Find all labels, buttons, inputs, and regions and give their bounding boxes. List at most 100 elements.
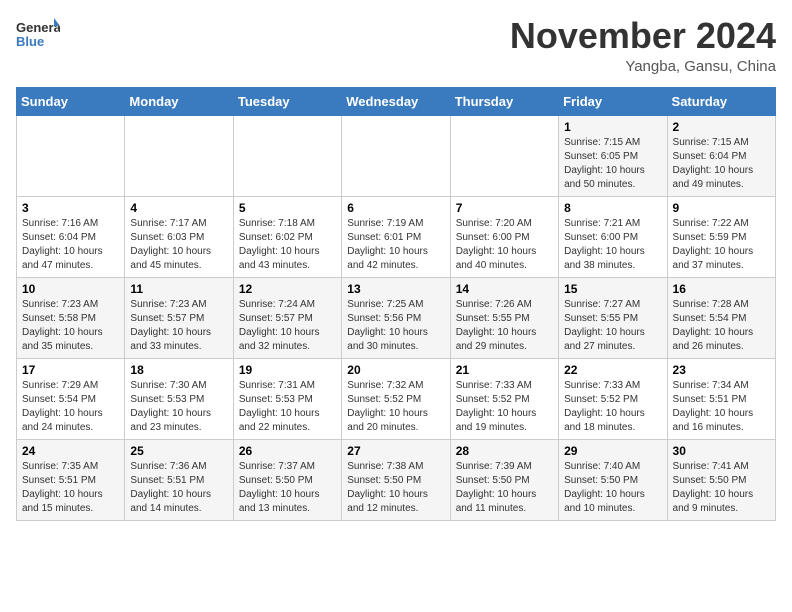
calendar-cell: 7 Sunrise: 7:20 AM Sunset: 6:00 PM Daylig… bbox=[450, 196, 558, 277]
calendar-cell: 16Sunrise: 7:28 AM Sunset: 5:54 PM Dayli… bbox=[667, 277, 775, 358]
day-number: 11 bbox=[130, 282, 227, 296]
day-number: 18 bbox=[130, 363, 227, 377]
calendar-cell: 29 Sunrise: 7:40 AM Sunset: 5:50 PM Dayli… bbox=[559, 439, 667, 520]
day-number: 5 bbox=[239, 201, 336, 215]
day-info: Sunrise: 7:15 AM Sunset: 6:04 PM Dayligh… bbox=[673, 136, 770, 192]
day-info: Sunrise: 7:36 AM Sunset: 5:51 PM Dayligh… bbox=[130, 460, 227, 516]
calendar-cell: 10 Sunrise: 7:23 AM Sunset: 5:58 PM Dayli… bbox=[17, 277, 125, 358]
day-info: Sunrise: 7:33 AM Sunset: 5:52 PM Dayligh… bbox=[564, 379, 661, 435]
calendar-day-header: Friday bbox=[559, 87, 667, 115]
day-info: Sunrise: 7:26 AM Sunset: 5:55 PM Dayligh… bbox=[456, 298, 553, 354]
calendar-cell: 15 Sunrise: 7:27 AM Sunset: 5:55 PM Dayli… bbox=[559, 277, 667, 358]
day-number: 14 bbox=[456, 282, 553, 296]
day-info: Sunrise: 7:21 AM Sunset: 6:00 PM Dayligh… bbox=[564, 217, 661, 273]
location: Yangba, Gansu, China bbox=[510, 58, 776, 75]
day-number: 27 bbox=[347, 444, 444, 458]
calendar-cell bbox=[450, 115, 558, 196]
day-number: 25 bbox=[130, 444, 227, 458]
calendar-cell: 13 Sunrise: 7:25 AM Sunset: 5:56 PM Dayli… bbox=[342, 277, 450, 358]
day-number: 20 bbox=[347, 363, 444, 377]
title-block: November 2024 Yangba, Gansu, China bbox=[510, 16, 776, 75]
day-info: Sunrise: 7:37 AM Sunset: 5:50 PM Dayligh… bbox=[239, 460, 336, 516]
day-info: Sunrise: 7:41 AM Sunset: 5:50 PM Dayligh… bbox=[673, 460, 770, 516]
day-info: Sunrise: 7:39 AM Sunset: 5:50 PM Dayligh… bbox=[456, 460, 553, 516]
svg-text:Blue: Blue bbox=[16, 34, 44, 49]
day-number: 21 bbox=[456, 363, 553, 377]
day-info: Sunrise: 7:22 AM Sunset: 5:59 PM Dayligh… bbox=[673, 217, 770, 273]
calendar-cell: 27Sunrise: 7:38 AM Sunset: 5:50 PM Dayli… bbox=[342, 439, 450, 520]
calendar-day-header: Thursday bbox=[450, 87, 558, 115]
calendar-cell bbox=[342, 115, 450, 196]
day-number: 13 bbox=[347, 282, 444, 296]
day-info: Sunrise: 7:18 AM Sunset: 6:02 PM Dayligh… bbox=[239, 217, 336, 273]
day-number: 16 bbox=[673, 282, 770, 296]
day-number: 23 bbox=[673, 363, 770, 377]
day-info: Sunrise: 7:24 AM Sunset: 5:57 PM Dayligh… bbox=[239, 298, 336, 354]
calendar-cell: 26 Sunrise: 7:37 AM Sunset: 5:50 PM Dayli… bbox=[233, 439, 341, 520]
day-info: Sunrise: 7:15 AM Sunset: 6:05 PM Dayligh… bbox=[564, 136, 661, 192]
calendar-cell: 8 Sunrise: 7:21 AM Sunset: 6:00 PM Daylig… bbox=[559, 196, 667, 277]
day-number: 24 bbox=[22, 444, 119, 458]
day-number: 26 bbox=[239, 444, 336, 458]
day-number: 10 bbox=[22, 282, 119, 296]
day-info: Sunrise: 7:19 AM Sunset: 6:01 PM Dayligh… bbox=[347, 217, 444, 273]
day-number: 8 bbox=[564, 201, 661, 215]
logo: General Blue bbox=[16, 16, 60, 60]
calendar-day-header: Sunday bbox=[17, 87, 125, 115]
day-number: 1 bbox=[564, 120, 661, 134]
day-info: Sunrise: 7:31 AM Sunset: 5:53 PM Dayligh… bbox=[239, 379, 336, 435]
day-info: Sunrise: 7:30 AM Sunset: 5:53 PM Dayligh… bbox=[130, 379, 227, 435]
calendar-day-header: Saturday bbox=[667, 87, 775, 115]
day-number: 29 bbox=[564, 444, 661, 458]
calendar-cell: 6Sunrise: 7:19 AM Sunset: 6:01 PM Daylig… bbox=[342, 196, 450, 277]
svg-text:General: General bbox=[16, 20, 60, 35]
day-info: Sunrise: 7:20 AM Sunset: 6:00 PM Dayligh… bbox=[456, 217, 553, 273]
day-number: 4 bbox=[130, 201, 227, 215]
day-info: Sunrise: 7:29 AM Sunset: 5:54 PM Dayligh… bbox=[22, 379, 119, 435]
day-info: Sunrise: 7:40 AM Sunset: 5:50 PM Dayligh… bbox=[564, 460, 661, 516]
calendar-week-row: 10 Sunrise: 7:23 AM Sunset: 5:58 PM Dayli… bbox=[17, 277, 776, 358]
day-info: Sunrise: 7:23 AM Sunset: 5:58 PM Dayligh… bbox=[22, 298, 119, 354]
day-info: Sunrise: 7:25 AM Sunset: 5:56 PM Dayligh… bbox=[347, 298, 444, 354]
day-info: Sunrise: 7:33 AM Sunset: 5:52 PM Dayligh… bbox=[456, 379, 553, 435]
day-info: Sunrise: 7:32 AM Sunset: 5:52 PM Dayligh… bbox=[347, 379, 444, 435]
day-info: Sunrise: 7:23 AM Sunset: 5:57 PM Dayligh… bbox=[130, 298, 227, 354]
calendar-cell: 22 Sunrise: 7:33 AM Sunset: 5:52 PM Dayli… bbox=[559, 358, 667, 439]
day-info: Sunrise: 7:34 AM Sunset: 5:51 PM Dayligh… bbox=[673, 379, 770, 435]
calendar-cell: 28 Sunrise: 7:39 AM Sunset: 5:50 PM Dayli… bbox=[450, 439, 558, 520]
calendar-cell: 3 Sunrise: 7:16 AM Sunset: 6:04 PM Daylig… bbox=[17, 196, 125, 277]
calendar-cell: 1 Sunrise: 7:15 AM Sunset: 6:05 PM Daylig… bbox=[559, 115, 667, 196]
day-number: 15 bbox=[564, 282, 661, 296]
page-header: General Blue November 2024 Yangba, Gansu… bbox=[16, 16, 776, 75]
calendar-cell: 2 Sunrise: 7:15 AM Sunset: 6:04 PM Daylig… bbox=[667, 115, 775, 196]
calendar-cell bbox=[233, 115, 341, 196]
calendar-cell: 21 Sunrise: 7:33 AM Sunset: 5:52 PM Dayli… bbox=[450, 358, 558, 439]
day-number: 30 bbox=[673, 444, 770, 458]
day-info: Sunrise: 7:16 AM Sunset: 6:04 PM Dayligh… bbox=[22, 217, 119, 273]
calendar-cell: 9Sunrise: 7:22 AM Sunset: 5:59 PM Daylig… bbox=[667, 196, 775, 277]
calendar-cell: 19Sunrise: 7:31 AM Sunset: 5:53 PM Dayli… bbox=[233, 358, 341, 439]
logo-svg: General Blue bbox=[16, 16, 60, 60]
calendar-cell: 4 Sunrise: 7:17 AM Sunset: 6:03 PM Daylig… bbox=[125, 196, 233, 277]
day-number: 7 bbox=[456, 201, 553, 215]
day-number: 28 bbox=[456, 444, 553, 458]
calendar-cell bbox=[17, 115, 125, 196]
calendar-cell: 25 Sunrise: 7:36 AM Sunset: 5:51 PM Dayli… bbox=[125, 439, 233, 520]
calendar-week-row: 24Sunrise: 7:35 AM Sunset: 5:51 PM Dayli… bbox=[17, 439, 776, 520]
calendar-table: SundayMondayTuesdayWednesdayThursdayFrid… bbox=[16, 87, 776, 521]
calendar-cell: 20 Sunrise: 7:32 AM Sunset: 5:52 PM Dayli… bbox=[342, 358, 450, 439]
day-number: 12 bbox=[239, 282, 336, 296]
calendar-cell: 12 Sunrise: 7:24 AM Sunset: 5:57 PM Dayli… bbox=[233, 277, 341, 358]
calendar-cell bbox=[125, 115, 233, 196]
day-info: Sunrise: 7:17 AM Sunset: 6:03 PM Dayligh… bbox=[130, 217, 227, 273]
day-number: 3 bbox=[22, 201, 119, 215]
day-number: 22 bbox=[564, 363, 661, 377]
day-number: 17 bbox=[22, 363, 119, 377]
month-title: November 2024 bbox=[510, 16, 776, 56]
calendar-cell: 17 Sunrise: 7:29 AM Sunset: 5:54 PM Dayli… bbox=[17, 358, 125, 439]
calendar-week-row: 3 Sunrise: 7:16 AM Sunset: 6:04 PM Daylig… bbox=[17, 196, 776, 277]
day-info: Sunrise: 7:27 AM Sunset: 5:55 PM Dayligh… bbox=[564, 298, 661, 354]
day-number: 2 bbox=[673, 120, 770, 134]
calendar-cell: 5 Sunrise: 7:18 AM Sunset: 6:02 PM Daylig… bbox=[233, 196, 341, 277]
calendar-week-row: 1 Sunrise: 7:15 AM Sunset: 6:05 PM Daylig… bbox=[17, 115, 776, 196]
